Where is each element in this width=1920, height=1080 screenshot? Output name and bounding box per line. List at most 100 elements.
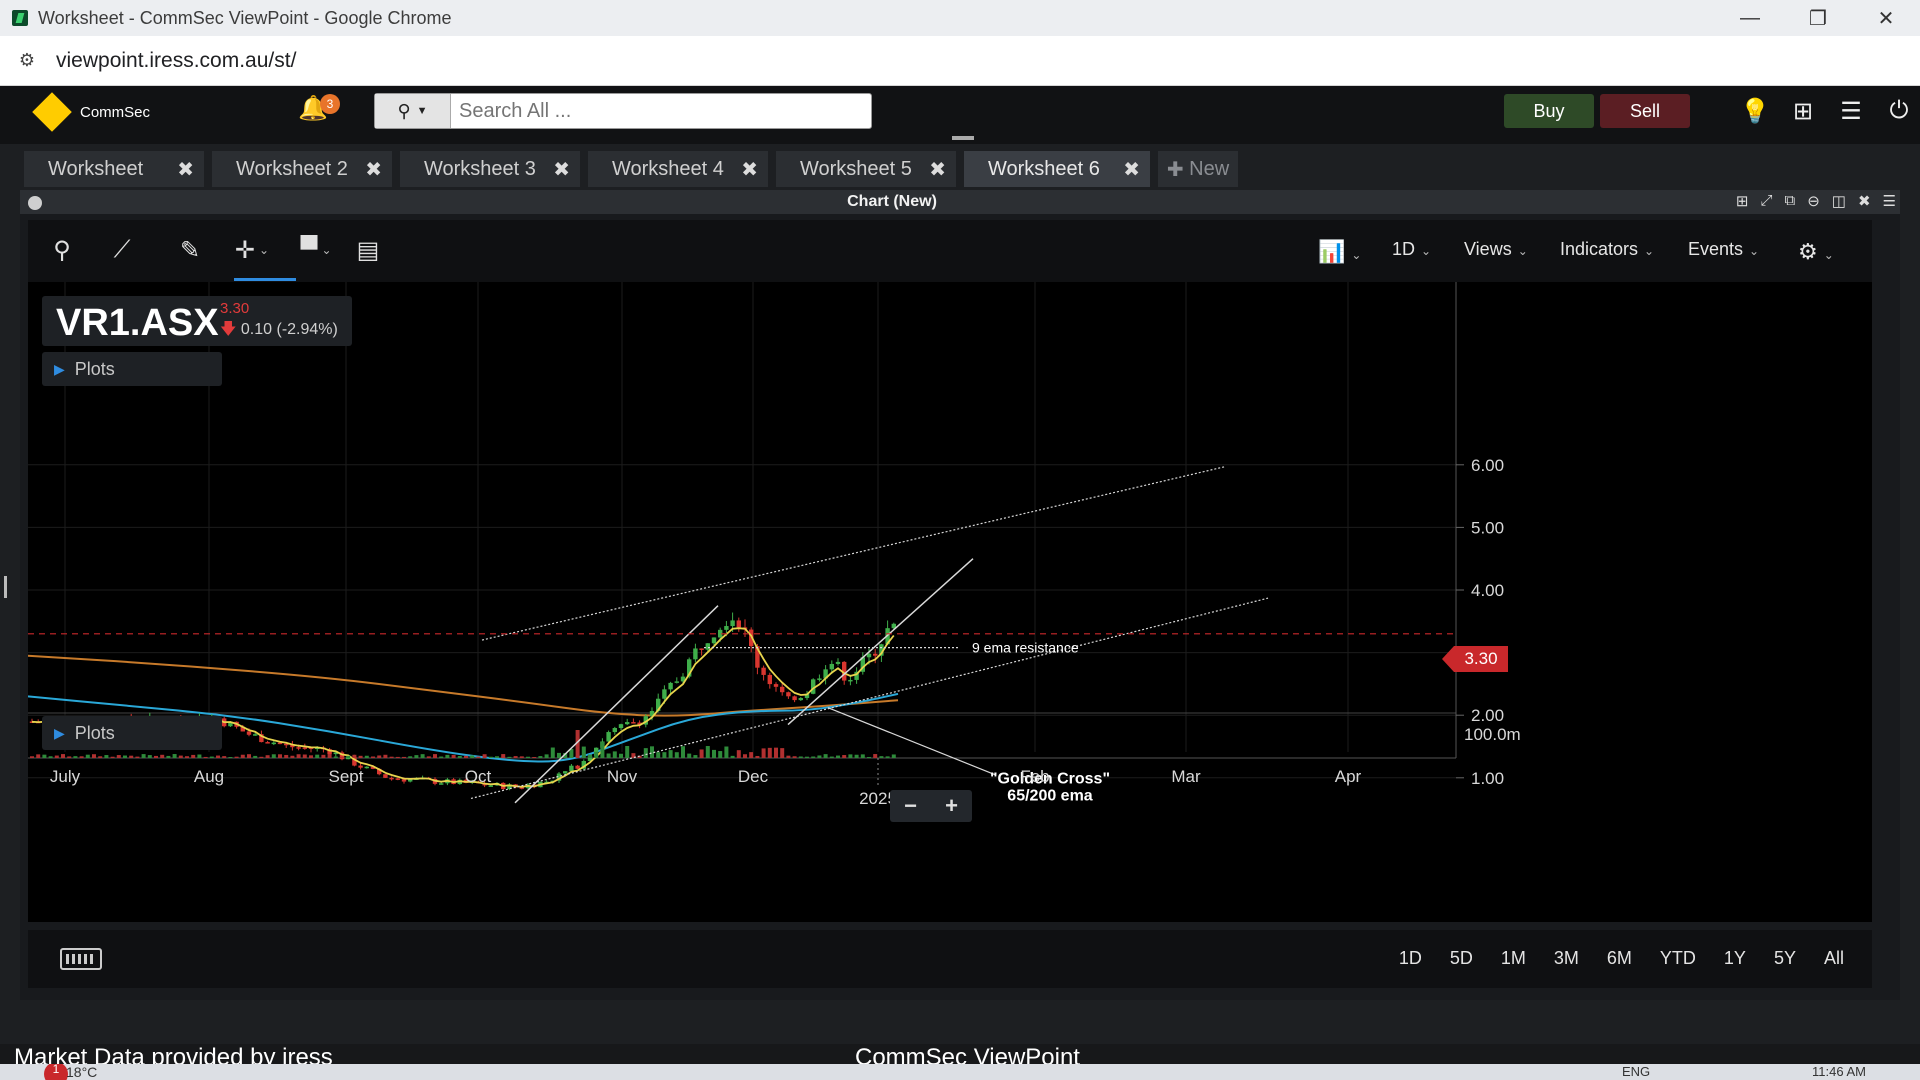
tab-worksheet-4[interactable]: Worksheet 4 ✖ (588, 151, 768, 187)
url-field[interactable]: viewpoint.iress.com.au/st/ (56, 49, 296, 73)
tab-worksheet-2[interactable]: Worksheet 2 ✖ (212, 151, 392, 187)
search-input[interactable] (459, 96, 859, 126)
site-settings-icon[interactable]: ⚙ (16, 50, 38, 72)
volume-bar (209, 756, 214, 758)
popout-icon[interactable]: ⧉ (1784, 192, 1795, 210)
views-menu[interactable]: Views ⌄ (1464, 239, 1528, 260)
volume-bar (879, 756, 884, 758)
power-icon[interactable]: ⏻ (1884, 96, 1914, 126)
chart-canvas[interactable]: 9 ema resistance "Golden Cross" 65/200 ema… (28, 282, 1872, 922)
tab-worksheet[interactable]: Worksheet ✖ (24, 151, 204, 187)
comment-tool[interactable]: ▀ ⌄ (286, 232, 346, 268)
range-1d-button[interactable]: 1D (1399, 948, 1422, 969)
indicators-menu[interactable]: Indicators ⌄ (1560, 239, 1654, 260)
volume-bar (885, 756, 890, 758)
notifications-button[interactable]: 🔔 3 (298, 94, 340, 134)
close-icon[interactable]: ✕ (1852, 0, 1920, 36)
volume-bar (383, 754, 388, 758)
table-icon[interactable]: ▤ (348, 232, 388, 268)
trend-tool-icon[interactable]: ⟋ (102, 232, 142, 268)
keyboard-icon[interactable] (60, 948, 102, 970)
chevron-down-icon: ⌄ (1421, 244, 1432, 258)
volume-bar (228, 756, 233, 758)
sell-button[interactable]: Sell (1600, 94, 1690, 128)
volume-bar (538, 756, 543, 758)
close-tab-icon[interactable]: ✖ (929, 157, 946, 182)
volume-bar (829, 756, 834, 758)
x-tick-label: Sept (329, 767, 364, 786)
volume-bar (30, 756, 34, 758)
tab-worksheet-3[interactable]: Worksheet 3 ✖ (400, 151, 580, 187)
candle-body (662, 689, 667, 699)
volume-bar (278, 754, 282, 758)
zoom-in-button[interactable]: + (945, 793, 958, 819)
close-tab-icon[interactable]: ✖ (365, 157, 382, 182)
search-icon[interactable]: ⚲ (42, 232, 82, 268)
tab-worksheet-5[interactable]: Worksheet 5 ✖ (776, 151, 956, 187)
search-type-dropdown[interactable]: ⚲ ▼ (375, 94, 451, 128)
minimize-icon[interactable]: — (1716, 0, 1784, 36)
volume-bar (891, 754, 896, 758)
volume-bar (519, 756, 524, 758)
lightbulb-icon[interactable]: 💡 (1740, 96, 1770, 126)
menu-icon[interactable]: ☰ (1836, 96, 1866, 126)
buy-button[interactable]: Buy (1504, 94, 1594, 128)
events-menu[interactable]: Events ⌄ (1688, 239, 1759, 260)
add-panel-icon[interactable]: ⊞ (1736, 192, 1749, 210)
tab-worksheet-6[interactable]: Worksheet 6 ✖ (964, 151, 1150, 187)
range-6m-button[interactable]: 6M (1607, 948, 1632, 969)
volume-bar (42, 754, 47, 758)
volume-bar (222, 756, 227, 758)
add-icon[interactable]: ⊞ (1788, 96, 1818, 126)
range-1y-button[interactable]: 1Y (1724, 948, 1746, 969)
x-tick-label: Mar (1171, 767, 1201, 786)
volume-bar (581, 746, 586, 758)
ticker-change: 🡇 0.10 (-2.94%) (220, 318, 338, 345)
candle-body (668, 682, 673, 690)
language-indicator[interactable]: ENG (1622, 1064, 1650, 1079)
volume-bar (495, 756, 499, 758)
close-tab-icon[interactable]: ✖ (1123, 157, 1140, 182)
range-1m-button[interactable]: 1M (1501, 948, 1526, 969)
split-icon[interactable]: ◫ (1832, 192, 1846, 210)
y-tick-label: 5.00 (1471, 518, 1504, 537)
range-ytd-button[interactable]: YTD (1660, 948, 1696, 969)
close-panel-icon[interactable]: ✖ (1858, 192, 1871, 210)
volume-bar (513, 756, 518, 758)
range-3m-button[interactable]: 3M (1554, 948, 1579, 969)
settings-menu[interactable]: ⚙ ⌄ (1798, 239, 1834, 265)
volume-bar (482, 754, 487, 758)
new-tab-button[interactable]: ✚ New (1158, 151, 1238, 187)
plots-toggle-main[interactable]: ▶ Plots (42, 352, 222, 386)
candle-body (439, 783, 444, 785)
weather-alert-icon[interactable]: 1 (44, 1064, 68, 1080)
volume-bar (464, 755, 468, 758)
volume-bar (377, 755, 382, 758)
range-5d-button[interactable]: 5D (1450, 948, 1473, 969)
panel-header: Chart (New) ⊞ ⤢ ⧉ ⊖ ◫ ✖ ☰ (20, 190, 1900, 214)
expand-icon[interactable]: ⤢ (1760, 192, 1772, 210)
range-all-button[interactable]: All (1824, 948, 1844, 969)
drag-handle[interactable] (952, 136, 974, 140)
interval-menu[interactable]: 1D ⌄ (1392, 239, 1431, 260)
volume-bar (54, 755, 59, 758)
range-5y-button[interactable]: 5Y (1774, 948, 1796, 969)
minimize-panel-icon[interactable]: ⊖ (1807, 192, 1820, 210)
close-tab-icon[interactable]: ✖ (177, 157, 194, 182)
brand-logo[interactable]: CommSec (32, 92, 150, 132)
zoom-out-button[interactable]: − (904, 793, 917, 819)
plots-label: Plots (74, 722, 115, 743)
close-tab-icon[interactable]: ✖ (741, 157, 758, 182)
pencil-icon[interactable]: ✎ (170, 232, 210, 268)
restore-icon[interactable]: ❐ (1784, 0, 1852, 36)
volume-bar (309, 755, 313, 758)
chart-type-menu[interactable]: 📊 ⌄ (1318, 239, 1361, 265)
plots-toggle-volume[interactable]: ▶ Plots (42, 716, 222, 750)
views-label: Views (1464, 239, 1512, 259)
clock[interactable]: 11:46 AM (1812, 1064, 1866, 1079)
crosshair-tool[interactable]: ✛ ⌄ (222, 232, 282, 268)
price-chart[interactable]: 9 ema resistance "Golden Cross"65/200 ema… (28, 282, 1872, 922)
panel-menu-icon[interactable]: ☰ (1883, 192, 1896, 210)
side-resize-handle[interactable] (4, 576, 7, 598)
close-tab-icon[interactable]: ✖ (553, 157, 570, 182)
